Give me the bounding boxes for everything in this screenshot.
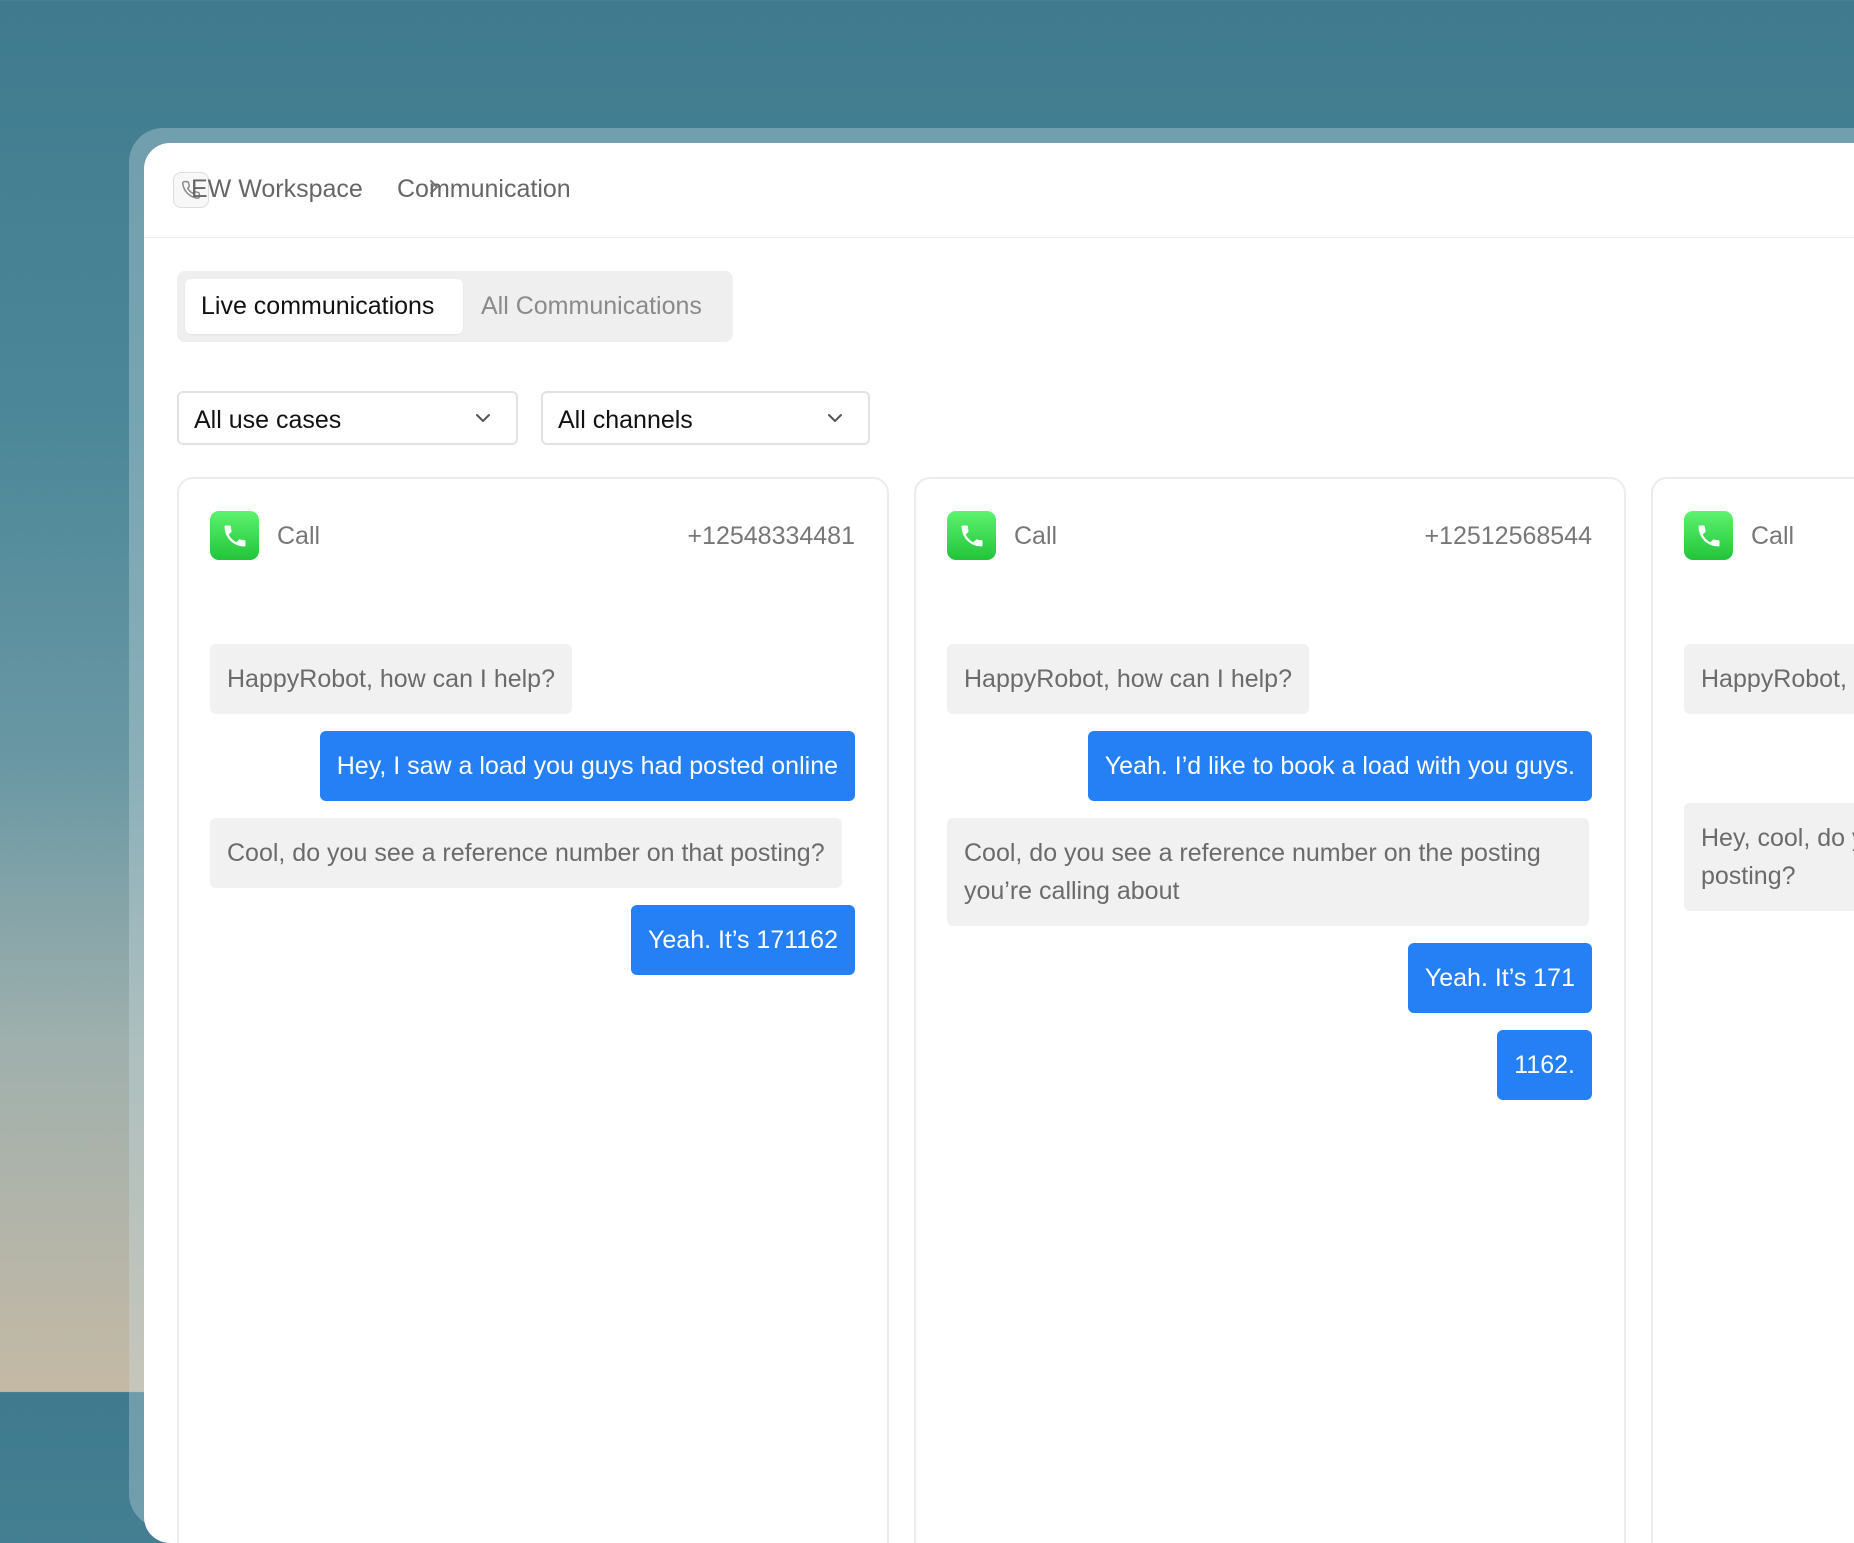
- chevron-down-icon: [828, 414, 842, 422]
- phone-call-icon: [210, 511, 259, 560]
- tab-all-communications[interactable]: All Communications: [473, 279, 702, 334]
- user-message: Yeah. It’s 171162: [631, 905, 855, 975]
- bot-message: Cool, do you see a reference number on t…: [210, 818, 842, 888]
- call-type-label: Call: [1014, 522, 1058, 550]
- phone-number: +12512568544: [1424, 522, 1592, 550]
- bot-message: HappyRobot, how can I help?: [1684, 644, 1854, 714]
- user-message: Yeah. I’d like to book a load with you g…: [1087, 731, 1592, 801]
- breadcrumb-page: Communication: [397, 175, 571, 203]
- message-list: HappyRobot, how can I help? Hey, I saw a…: [210, 644, 855, 975]
- top-bar: EW Workspace Communication: [144, 143, 1854, 238]
- tab-live-communications[interactable]: Live communications: [185, 279, 463, 334]
- message-list: HappyRobot, how can I help? Yeah. I’d li…: [947, 644, 1592, 1100]
- breadcrumb-workspace[interactable]: EW Workspace: [191, 175, 363, 204]
- communication-card[interactable]: Call HappyRobot, how can I help? Hey, co…: [1651, 477, 1854, 1543]
- chevron-down-icon: [476, 414, 490, 422]
- phone-number: +12548334481: [687, 522, 855, 550]
- channels-select-value: All channels: [558, 406, 693, 434]
- bot-message: HappyRobot, how can I help?: [947, 644, 1309, 714]
- communication-card[interactable]: Call +12512568544 HappyRobot, how can I …: [914, 477, 1626, 1543]
- bot-message: Cool, do you see a reference number on t…: [947, 818, 1589, 926]
- call-type-label: Call: [1751, 522, 1795, 550]
- user-message: Hey, I saw a load you guys had posted on…: [319, 731, 855, 801]
- message-list: HappyRobot, how can I help? Hey, cool, d…: [1684, 644, 1854, 911]
- use-cases-select[interactable]: All use cases: [177, 391, 518, 445]
- app-window: EW Workspace Communication Live communic…: [144, 143, 1854, 1543]
- channels-select[interactable]: All channels: [541, 391, 870, 445]
- bot-message: HappyRobot, how can I help?: [210, 644, 572, 714]
- phone-call-icon: [947, 511, 996, 560]
- call-type-label: Call: [277, 522, 321, 550]
- user-message: Yeah. It’s 171: [1407, 943, 1592, 1013]
- user-message: 1162.: [1497, 1030, 1592, 1100]
- communication-card[interactable]: Call +12548334481 HappyRobot, how can I …: [177, 477, 889, 1543]
- phone-call-icon: [1684, 511, 1733, 560]
- bot-message: Hey, cool, do you see a reference number…: [1684, 803, 1854, 911]
- communication-tabs: Live communications All Communications: [177, 271, 733, 342]
- use-cases-select-value: All use cases: [194, 406, 342, 434]
